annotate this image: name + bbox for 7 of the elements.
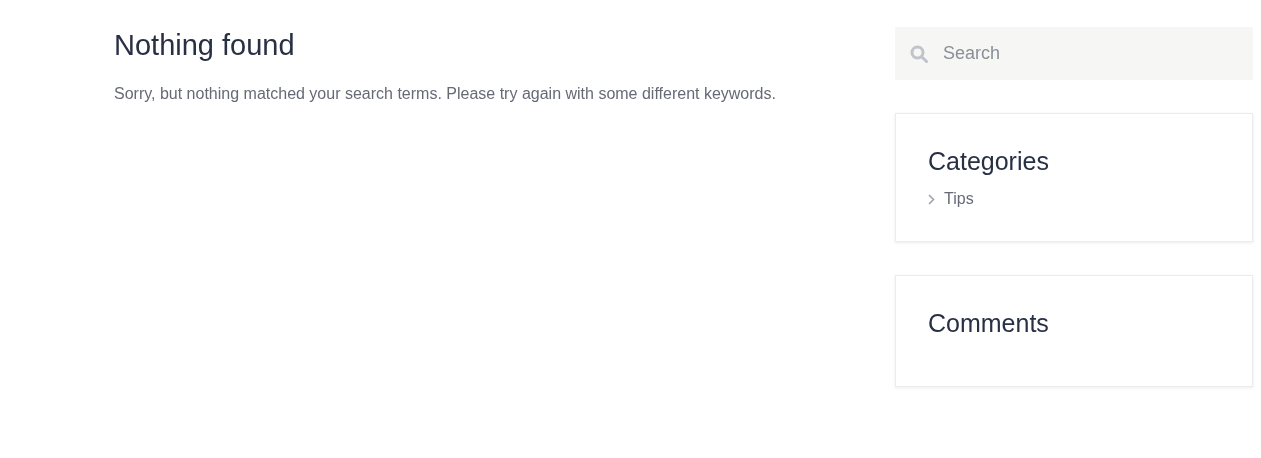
no-results-message: Sorry, but nothing matched your search terms. Please try again with some different keywords. bbox=[114, 85, 777, 103]
widget-title: Comments bbox=[928, 307, 1050, 339]
chevron-icon bbox=[928, 193, 935, 205]
search-field[interactable]: Search bbox=[895, 27, 1253, 80]
page-title: Nothing found bbox=[114, 28, 296, 63]
widget-title: Categories bbox=[928, 146, 1050, 177]
category-link[interactable]: Tips bbox=[928, 190, 974, 208]
